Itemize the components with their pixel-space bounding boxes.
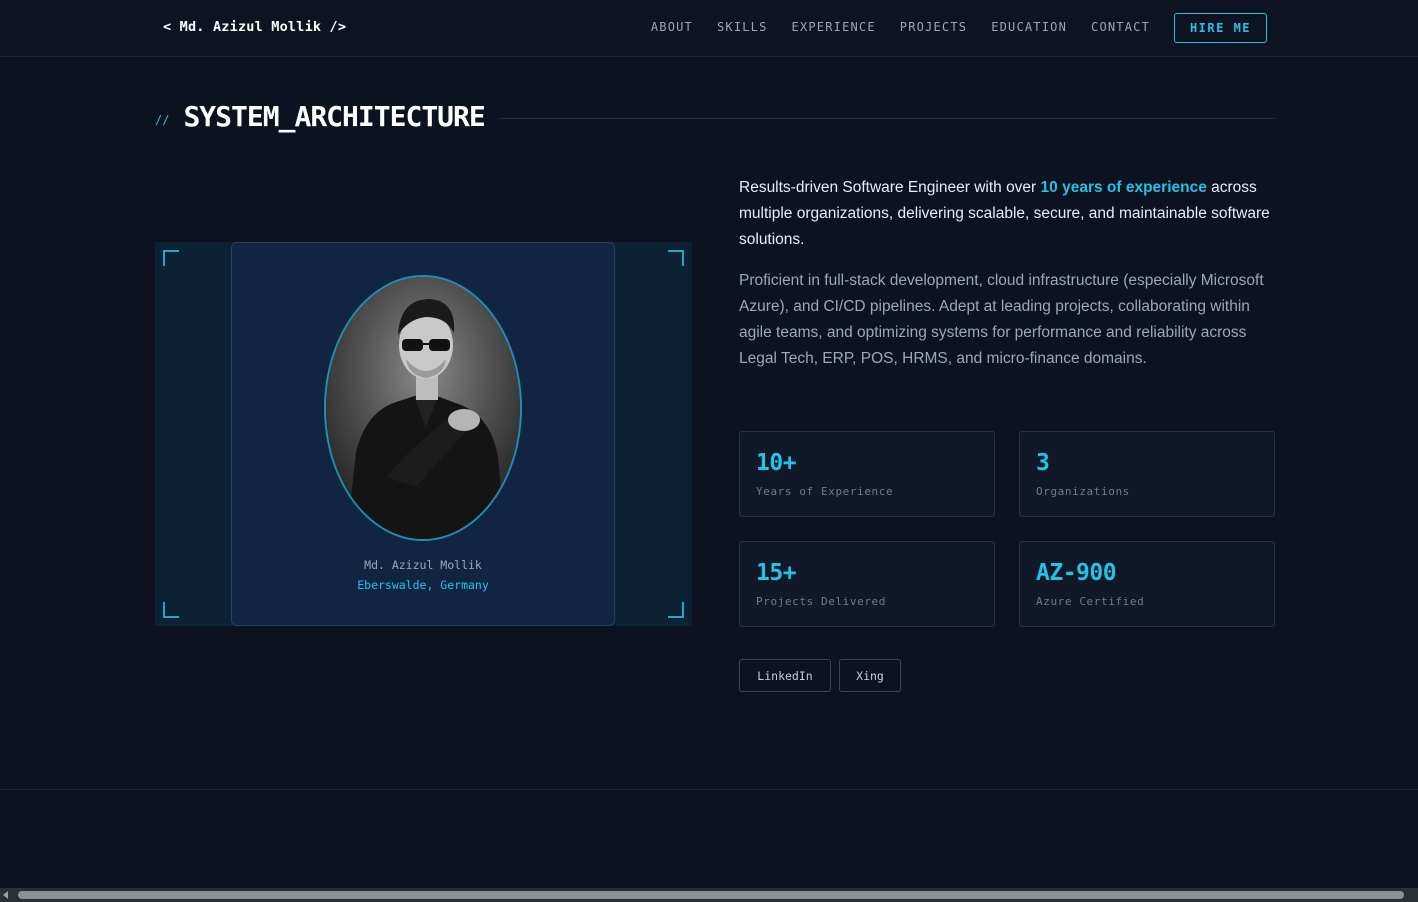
stat-value: 3 (1036, 450, 1050, 476)
stat-value: 15+ (756, 560, 797, 586)
nav-links: ABOUT SKILLS EXPERIENCE PROJECTS EDUCATI… (651, 20, 1150, 34)
stat-card-organizations: 3 Organizations (1019, 431, 1275, 517)
bio-intro: Results-driven Software Engineer with ov… (739, 175, 1274, 253)
corner-bracket-top-right (668, 250, 684, 266)
stat-label: Organizations (1036, 485, 1130, 498)
nav-link-projects[interactable]: PROJECTS (900, 20, 967, 34)
linkedin-button[interactable]: LinkedIn (739, 659, 831, 692)
profile-name: Md. Azizul Mollik (364, 558, 482, 572)
nav-link-education[interactable]: EDUCATION (991, 20, 1067, 34)
corner-bracket-bottom-right (668, 602, 684, 618)
section-title-prefix: // (155, 112, 170, 127)
scroll-left-arrow-icon[interactable] (3, 891, 8, 899)
stat-card-projects: 15+ Projects Delivered (739, 541, 995, 627)
corner-bracket-bottom-left (163, 602, 179, 618)
hire-me-button[interactable]: HIRE ME (1174, 13, 1267, 43)
stat-card-experience: 10+ Years of Experience (739, 431, 995, 517)
nav-link-experience[interactable]: EXPERIENCE (792, 20, 876, 34)
bio-details: Proficient in full-stack development, cl… (739, 272, 1264, 367)
profile-location: Eberswalde, Germany (357, 578, 489, 592)
section-title-divider (498, 118, 1275, 119)
site-logo[interactable]: < Md. Azizul Mollik /> (163, 19, 346, 35)
stat-value: 10+ (756, 450, 797, 476)
stat-card-certification: AZ-900 Azure Certified (1019, 541, 1275, 627)
scrollbar-thumb[interactable] (18, 891, 1404, 899)
top-navbar: < Md. Azizul Mollik /> ABOUT SKILLS EXPE… (0, 0, 1418, 57)
profile-frame: Md. Azizul Mollik Eberswalde, Germany (155, 242, 692, 626)
section-divider (0, 789, 1418, 790)
corner-bracket-top-left (163, 250, 179, 266)
horizontal-scrollbar[interactable] (0, 888, 1418, 902)
profile-photo (324, 275, 522, 541)
nav-link-about[interactable]: ABOUT (651, 20, 693, 34)
xing-button[interactable]: Xing (839, 659, 901, 692)
stat-label: Projects Delivered (756, 595, 887, 608)
profile-card: Md. Azizul Mollik Eberswalde, Germany (231, 242, 615, 626)
stat-value: AZ-900 (1036, 560, 1117, 586)
section-heading: // SYSTEM_ARCHITECTURE (155, 100, 1275, 133)
bio-intro-start: Results-driven Software Engineer with ov… (739, 179, 1041, 196)
stat-label: Azure Certified (1036, 595, 1145, 608)
section-title: SYSTEM_ARCHITECTURE (183, 100, 485, 133)
nav-link-contact[interactable]: CONTACT (1091, 20, 1150, 34)
stat-label: Years of Experience (756, 485, 894, 498)
bio-experience-highlight: 10 years of experience (1040, 179, 1207, 196)
nav-link-skills[interactable]: SKILLS (717, 20, 768, 34)
